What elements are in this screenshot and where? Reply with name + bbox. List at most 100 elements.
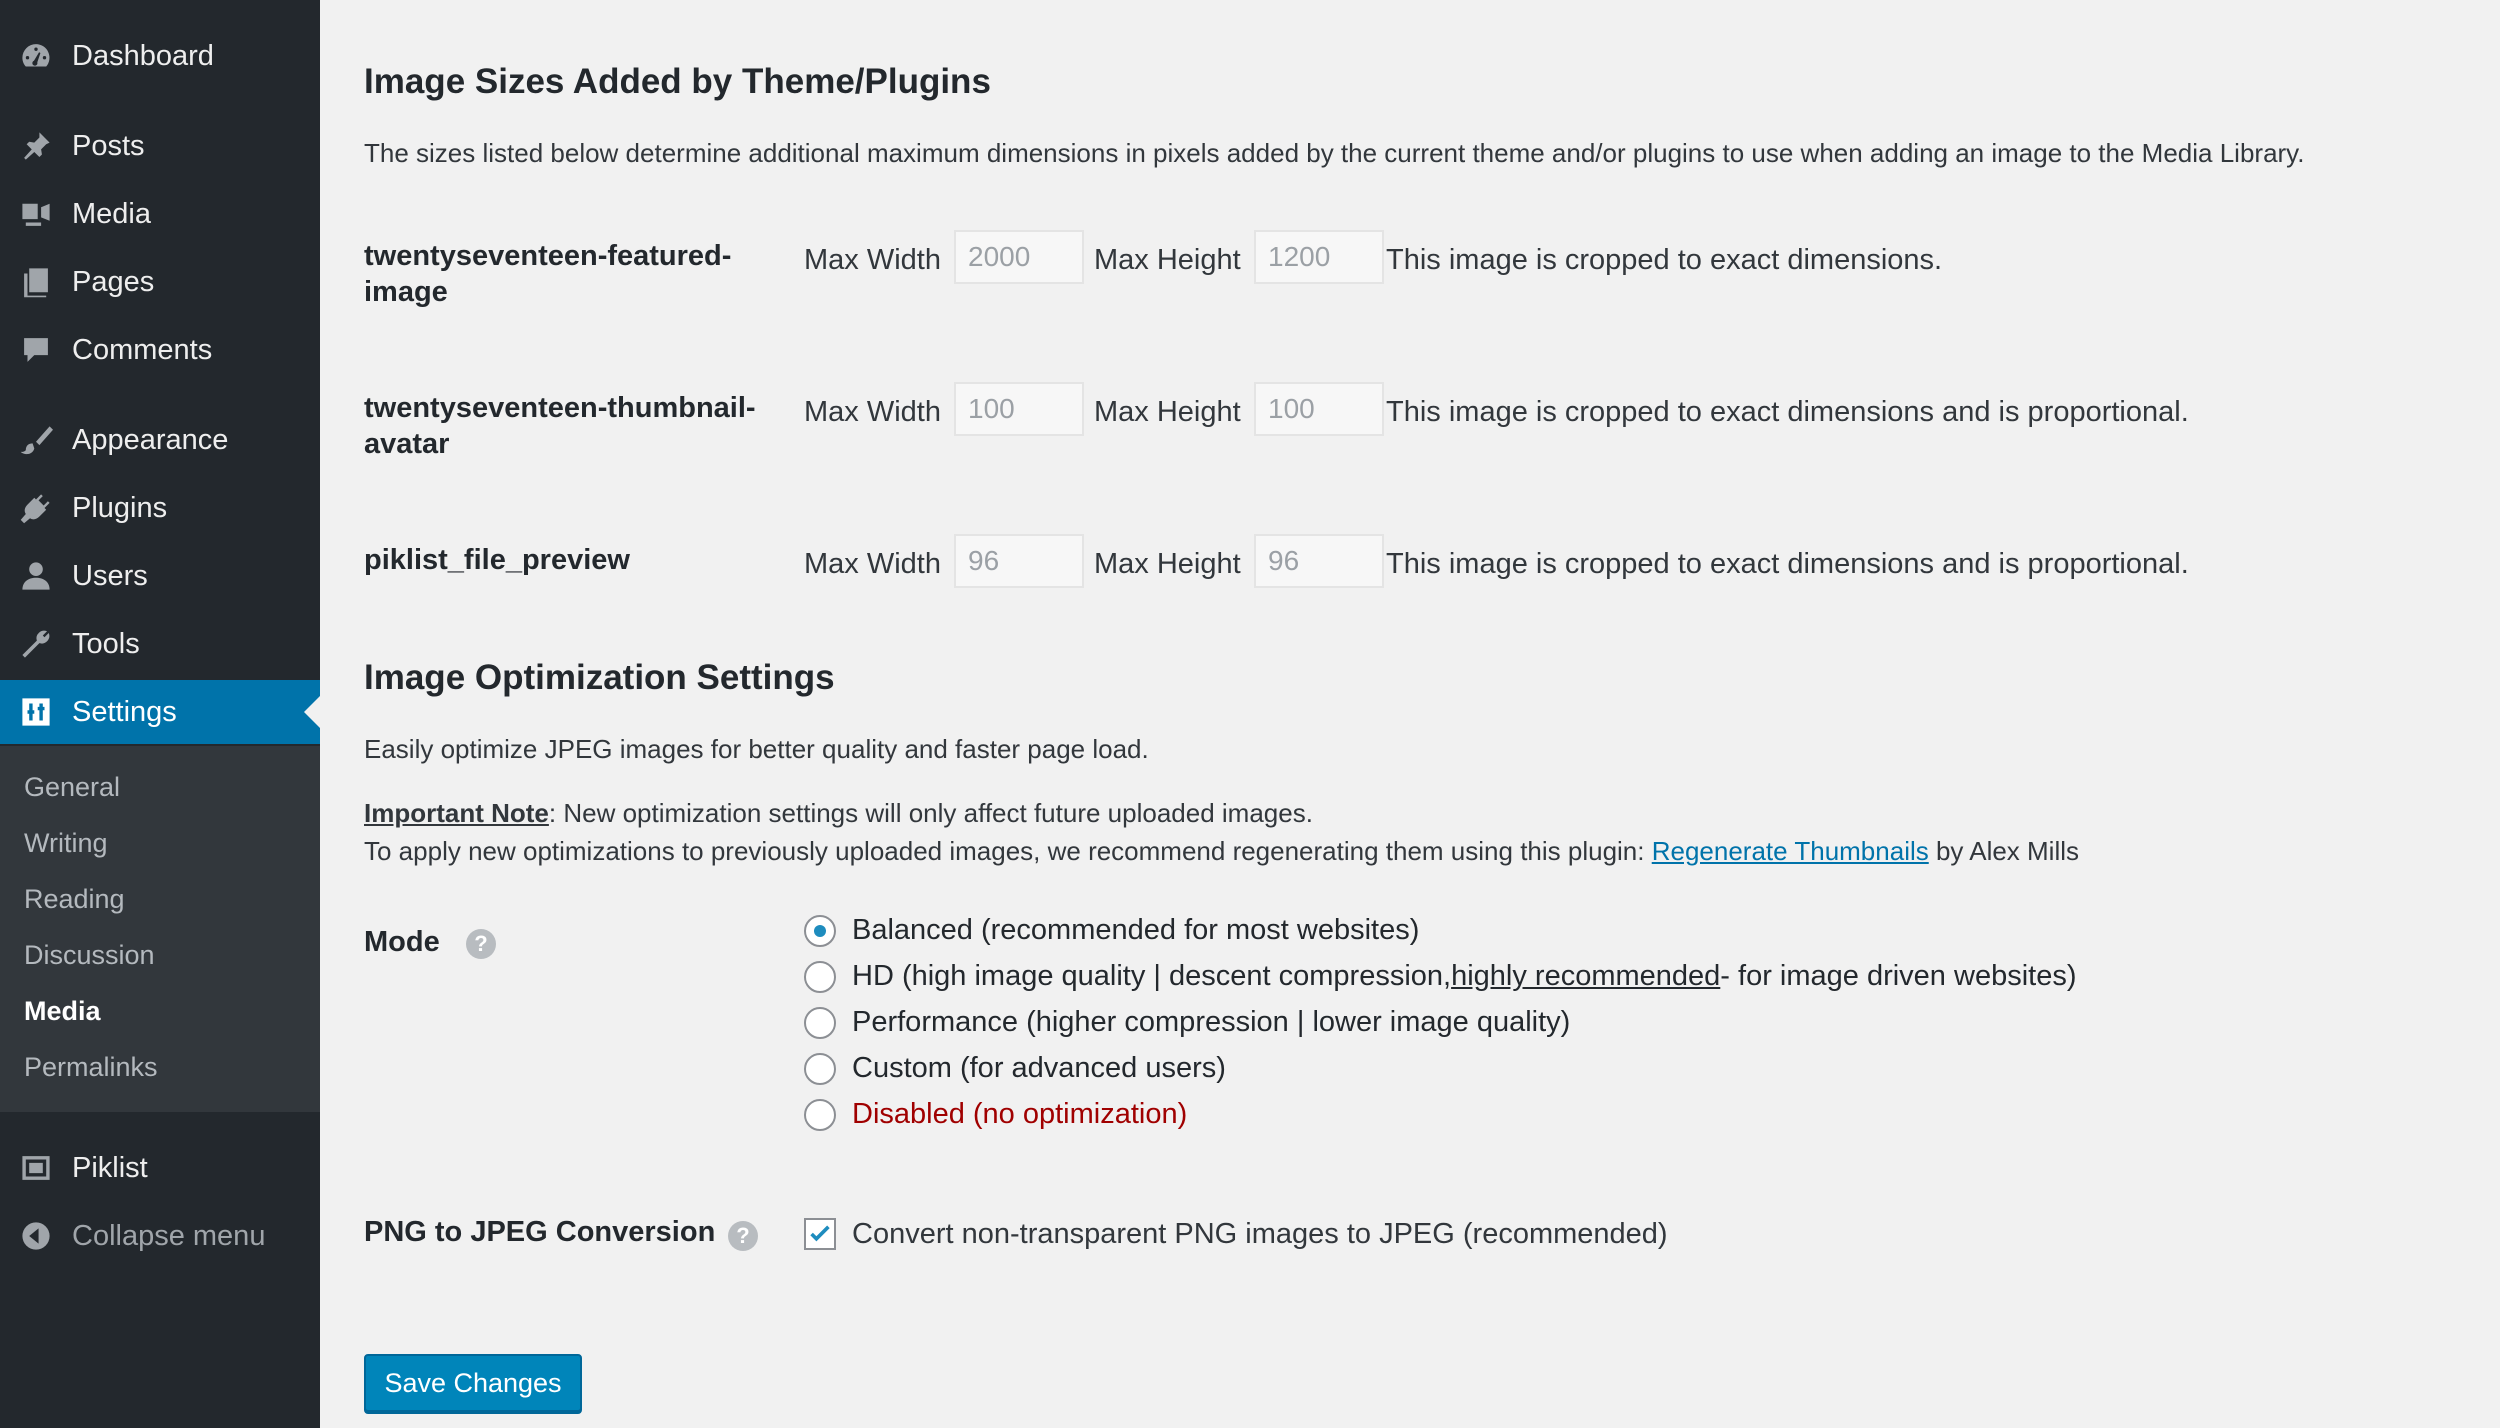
menu-label: Piklist (72, 1151, 148, 1184)
menu-label: Tools (72, 627, 140, 660)
dashboard-icon (18, 38, 54, 74)
comment-icon (18, 332, 54, 368)
sizes-section-title: Image Sizes Added by Theme/Plugins (364, 62, 991, 101)
png-conversion-label: PNG to JPEG Conversion (364, 1216, 716, 1248)
menu-item-users[interactable]: Users (0, 544, 320, 608)
image-size-name: twentyseventeen-thumbnail- avatar (364, 390, 784, 462)
submenu-writing[interactable]: Writing (24, 828, 108, 859)
collapse-menu-button[interactable]: Collapse menu (0, 1204, 320, 1268)
image-size-row: piklist_file_preview Max Width 96 Max He… (364, 534, 2464, 642)
settings-submenu: General Writing Reading Discussion Media… (0, 746, 320, 1112)
image-size-name: piklist_file_preview (364, 542, 784, 578)
mode-option-custom[interactable]: Custom (for advanced users) (804, 1052, 1226, 1085)
submenu-reading[interactable]: Reading (24, 884, 125, 915)
regenerate-suffix: by Alex Mills (1928, 836, 2080, 866)
menu-item-dashboard[interactable]: Dashboard (0, 24, 320, 88)
max-width-field: 2000 (954, 230, 1084, 284)
png-conversion-text: Convert non-transparent PNG images to JP… (852, 1218, 1668, 1250)
optimization-description: Easily optimize JPEG images for better q… (364, 734, 1149, 764)
max-height-field: 100 (1254, 382, 1384, 436)
radio-hd[interactable] (804, 960, 836, 993)
mode-label: Mode (364, 926, 440, 958)
max-height-field: 96 (1254, 534, 1384, 588)
image-size-name-line: image (364, 276, 448, 308)
collapse-icon (18, 1218, 54, 1254)
menu-label: Users (72, 559, 148, 592)
radio-custom[interactable] (804, 1052, 836, 1085)
max-height-label: Max Height (1094, 548, 1241, 580)
max-width-label: Max Width (804, 548, 941, 580)
image-size-name-line: avatar (364, 428, 450, 460)
menu-item-pages[interactable]: Pages (0, 250, 320, 314)
menu-label: Posts (72, 129, 145, 162)
menu-label: Media (72, 197, 151, 230)
regenerate-note: To apply new optimizations to previously… (364, 836, 2079, 867)
menu-label: Dashboard (72, 39, 214, 72)
menu-item-plugins[interactable]: Plugins (0, 476, 320, 540)
crop-note: This image is cropped to exact dimension… (1386, 548, 2189, 580)
menu-label: Appearance (72, 423, 229, 456)
menu-item-piklist[interactable]: Piklist (0, 1136, 320, 1200)
checkmark-icon (810, 1225, 830, 1242)
optimization-section-title: Image Optimization Settings (364, 658, 835, 697)
radio-performance[interactable] (804, 1006, 836, 1039)
mode-help-icon[interactable]: ? (466, 929, 496, 959)
radio-disabled[interactable] (804, 1098, 836, 1131)
important-note-text: : New optimization settings will only af… (548, 798, 1313, 828)
admin-sidebar: Dashboard Posts Media Pages Comments App… (0, 0, 320, 1428)
menu-item-appearance[interactable]: Appearance (0, 408, 320, 472)
pages-icon (18, 264, 54, 300)
important-note-label: Important Note (364, 798, 549, 828)
brush-icon (18, 422, 54, 458)
media-icon (18, 196, 54, 232)
mode-option-hd[interactable]: HD (high image quality | descent compres… (804, 960, 2076, 993)
max-height-label: Max Height (1094, 244, 1241, 276)
submenu-general[interactable]: General (24, 772, 120, 803)
menu-label: Collapse menu (72, 1219, 266, 1252)
image-size-name-line: twentyseventeen-thumbnail- (364, 392, 756, 424)
menu-item-settings[interactable]: Settings (0, 680, 320, 744)
highly-recommended-text: highly recommended (1451, 960, 1721, 992)
png-help-icon[interactable]: ? (728, 1221, 758, 1251)
radio-balanced[interactable] (804, 914, 836, 947)
max-width-label: Max Width (804, 244, 941, 276)
image-size-row: twentyseventeen-featured- image Max Widt… (364, 230, 2464, 338)
menu-item-media[interactable]: Media (0, 182, 320, 246)
sizes-section-description: The sizes listed below determine additio… (364, 138, 2305, 168)
max-height-label: Max Height (1094, 396, 1241, 428)
plug-icon (18, 490, 54, 526)
mode-option-label: Custom (for advanced users) (852, 1052, 1226, 1084)
save-changes-button[interactable]: Save Changes (364, 1354, 582, 1412)
mode-option-label: - for image driven websites) (1720, 960, 2077, 992)
menu-label: Plugins (72, 491, 168, 524)
menu-item-comments[interactable]: Comments (0, 318, 320, 382)
menu-label: Pages (72, 265, 155, 298)
settings-icon (18, 694, 54, 730)
wrench-icon (18, 626, 54, 662)
submenu-permalinks[interactable]: Permalinks (24, 1052, 158, 1083)
image-size-name-line: piklist_file_preview (364, 544, 630, 576)
max-width-label: Max Width (804, 396, 941, 428)
mode-option-label: Disabled (no optimization) (852, 1098, 1188, 1130)
submenu-media[interactable]: Media (24, 996, 101, 1027)
max-width-field: 100 (954, 382, 1084, 436)
mode-option-label: HD (high image quality | descent compres… (852, 960, 1452, 992)
mode-option-balanced[interactable]: Balanced (recommended for most websites) (804, 914, 1419, 947)
crop-note: This image is cropped to exact dimension… (1386, 244, 1943, 276)
png-conversion-checkbox[interactable] (804, 1218, 836, 1250)
max-height-field: 1200 (1254, 230, 1384, 284)
menu-item-posts[interactable]: Posts (0, 114, 320, 178)
regenerate-prefix: To apply new optimizations to previously… (364, 836, 1652, 866)
mode-option-label: Performance (higher compression | lower … (852, 1006, 1571, 1038)
piklist-icon (18, 1150, 54, 1186)
mode-option-performance[interactable]: Performance (higher compression | lower … (804, 1006, 1570, 1039)
submenu-discussion[interactable]: Discussion (24, 940, 155, 971)
crop-note: This image is cropped to exact dimension… (1386, 396, 2189, 428)
pin-icon (18, 128, 54, 164)
mode-option-disabled[interactable]: Disabled (no optimization) (804, 1098, 1187, 1131)
image-size-name: twentyseventeen-featured- image (364, 238, 784, 310)
menu-item-tools[interactable]: Tools (0, 612, 320, 676)
regenerate-thumbnails-link[interactable]: Regenerate Thumbnails (1652, 836, 1929, 866)
image-size-name-line: twentyseventeen-featured- (364, 240, 732, 272)
mode-option-label: Balanced (recommended for most websites) (852, 914, 1420, 946)
